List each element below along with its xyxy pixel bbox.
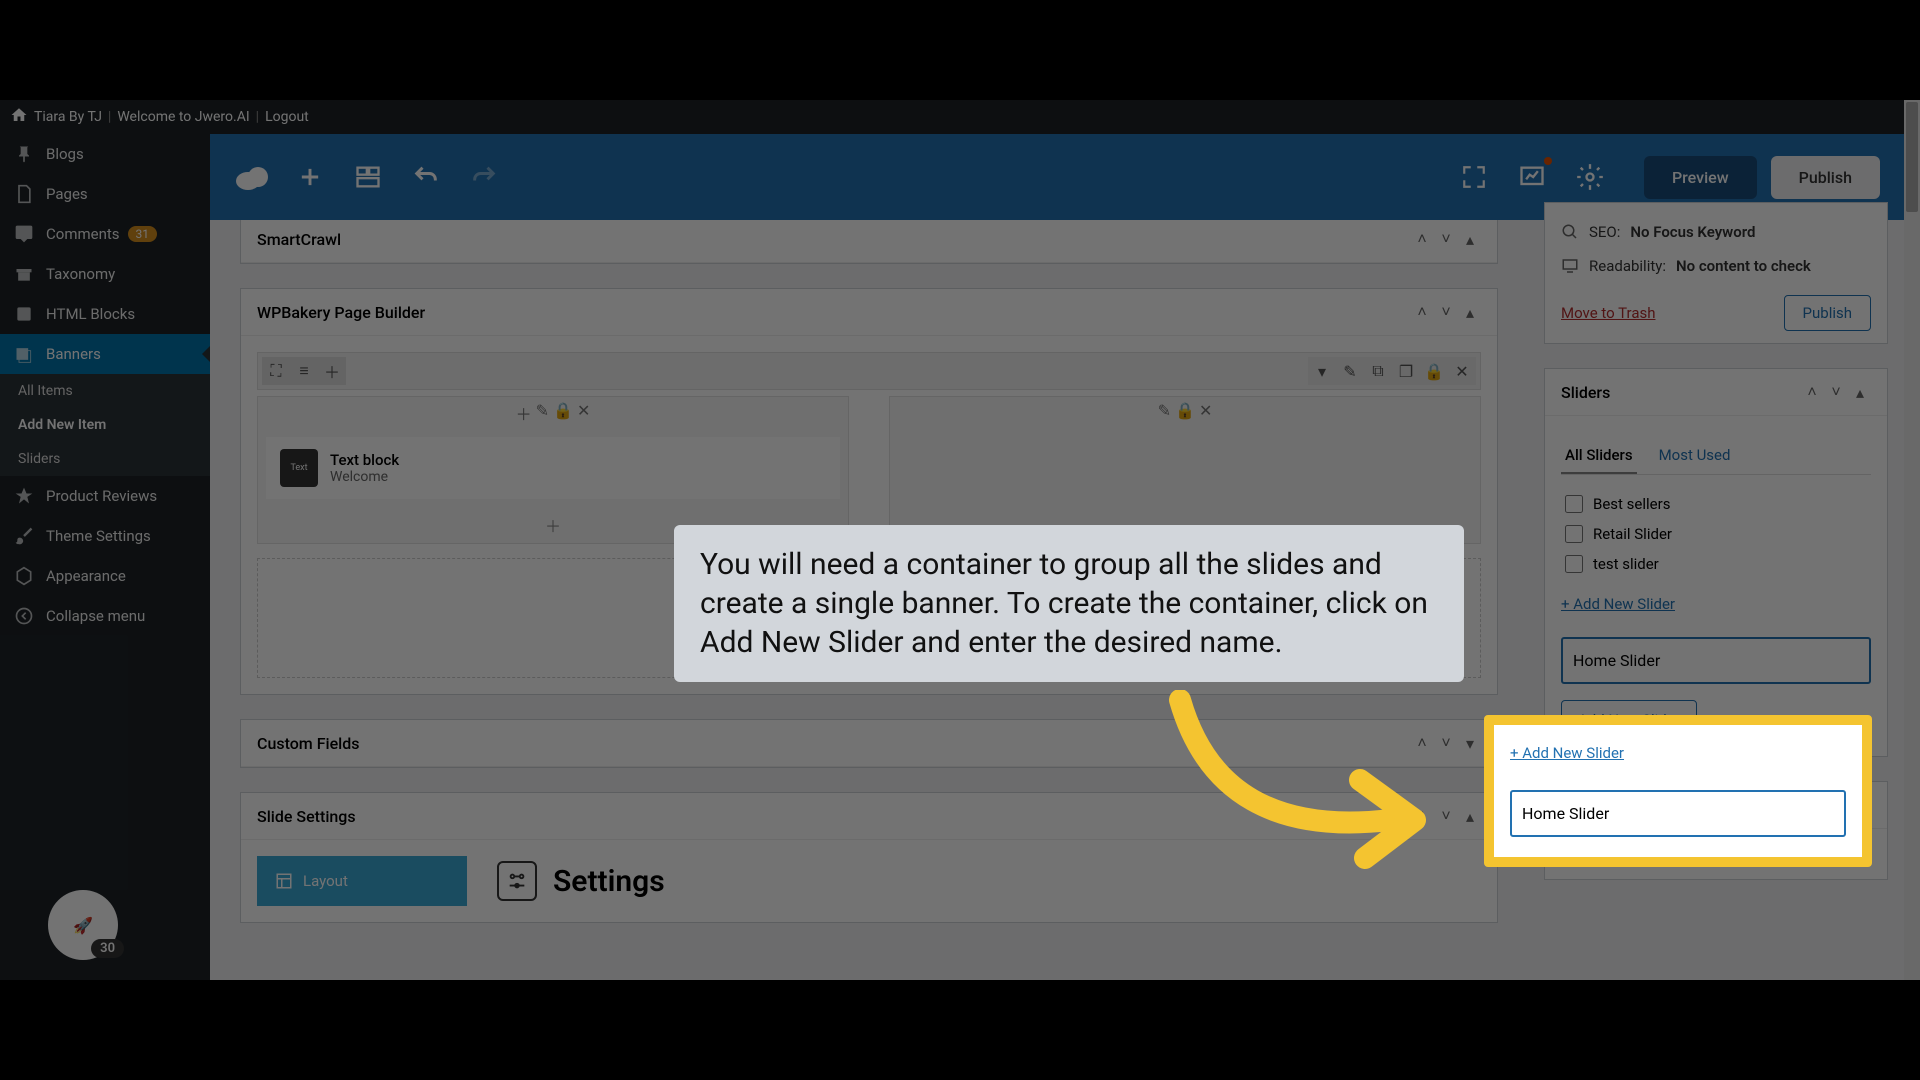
add-new-slider-link-highlight[interactable]: + Add New Slider [1510, 744, 1624, 762]
tutorial-arrow-icon [1160, 690, 1440, 880]
tutorial-highlight: + Add New Slider [1484, 715, 1872, 867]
tutorial-callout: You will need a container to group all t… [674, 525, 1464, 682]
callout-text: You will need a container to group all t… [700, 547, 1428, 660]
slider-name-input-highlight[interactable] [1510, 790, 1846, 837]
